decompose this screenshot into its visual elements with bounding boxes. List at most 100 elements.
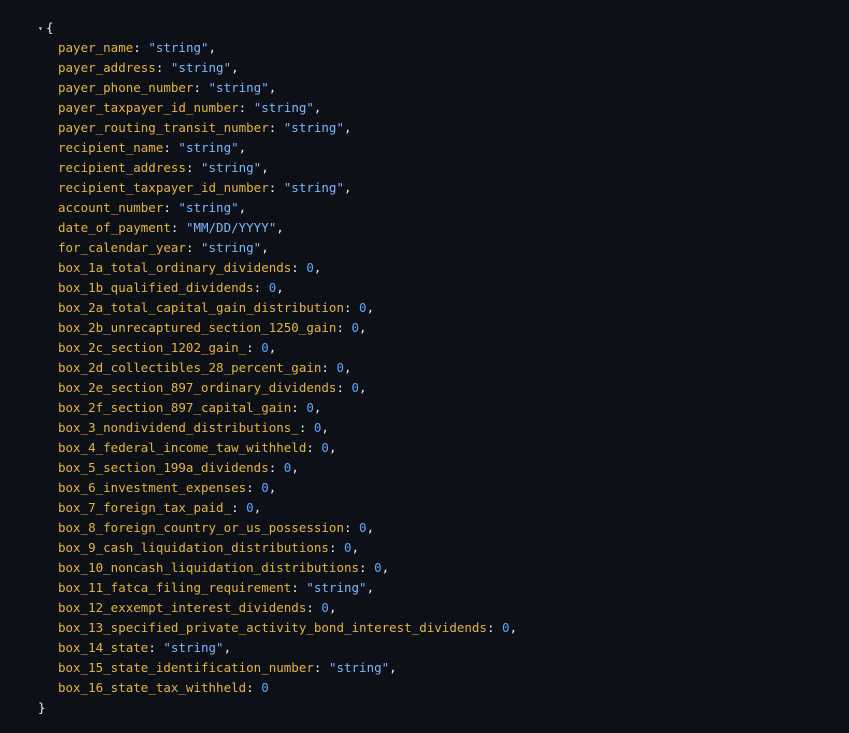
colon-separator: : — [148, 640, 164, 655]
property-row: recipient_name: "string", — [58, 138, 517, 158]
comma-separator: , — [321, 420, 329, 435]
colon-separator: : — [321, 360, 337, 375]
comma-separator: , — [231, 60, 239, 75]
property-row: box_1a_total_ordinary_dividends: 0, — [58, 258, 517, 278]
comma-separator: , — [381, 560, 390, 575]
colon-separator: : — [133, 40, 149, 55]
open-brace: { — [46, 20, 54, 35]
property-value: 0 — [359, 300, 367, 315]
property-row: box_5_section_199a_dividends: 0, — [58, 458, 517, 478]
property-value: 0 — [306, 400, 314, 415]
comma-separator: , — [351, 540, 360, 555]
comma-separator: , — [208, 40, 217, 55]
colon-separator: : — [246, 340, 262, 355]
comma-separator: , — [313, 400, 322, 415]
property-row: box_12_exxempt_interest_dividends: 0, — [58, 598, 517, 618]
colon-separator: : — [155, 60, 171, 75]
property-row: box_3_nondividend_distributions_: 0, — [58, 418, 517, 438]
property-list: payer_name: "string", payer_address: "str… — [58, 38, 517, 698]
property-row: box_2b_unrecaptured_section_1250_gain: 0… — [58, 318, 517, 338]
property-key: box_3_nondividend_distributions_ — [58, 420, 299, 435]
comma-separator: , — [268, 480, 277, 495]
property-key: payer_phone_number — [58, 80, 194, 95]
comma-separator: , — [313, 100, 322, 115]
colon-separator: : — [246, 680, 262, 695]
property-key: payer_name — [58, 40, 134, 55]
property-row: box_2a_total_capital_gain_distribution: … — [58, 298, 517, 318]
object-close-line: } — [38, 698, 46, 718]
comma-separator: , — [328, 440, 337, 455]
comma-separator: , — [359, 320, 367, 335]
colon-separator: : — [313, 660, 329, 675]
colon-separator: : — [170, 220, 186, 235]
property-row: box_7_foreign_tax_paid_: 0, — [58, 498, 517, 518]
colon-separator: : — [336, 320, 352, 335]
property-value: "string" — [253, 100, 314, 115]
property-key: box_14_state — [58, 640, 149, 655]
property-value: "string" — [208, 80, 269, 95]
colon-separator: : — [163, 140, 179, 155]
colon-separator: : — [298, 420, 314, 435]
property-key: box_1a_total_ordinary_dividends — [58, 260, 292, 275]
property-key: box_5_section_199a_dividends — [58, 460, 269, 475]
property-row: payer_routing_transit_number: "string", — [58, 118, 517, 138]
colon-separator: : — [185, 160, 201, 175]
property-key: box_2a_total_capital_gain_distribution — [58, 300, 344, 315]
property-value: "string" — [148, 40, 209, 55]
colon-separator: : — [343, 300, 360, 315]
property-key: recipient_taxpayer_id_number — [58, 180, 269, 195]
property-row: box_15_state_identification_number: "str… — [58, 658, 517, 678]
property-row: box_8_foreign_country_or_us_possession: … — [58, 518, 517, 538]
colon-separator: : — [336, 380, 352, 395]
property-row: box_16_state_tax_withheld: 0 — [58, 678, 517, 698]
property-key: recipient_name — [58, 140, 164, 155]
property-key: box_10_noncash_liquidation_distributions — [58, 560, 360, 575]
property-value: 0 — [261, 340, 269, 355]
comma-separator: , — [344, 360, 352, 375]
colon-separator: : — [163, 200, 179, 215]
comma-separator: , — [238, 200, 247, 215]
property-row: payer_taxpayer_id_number: "string", — [58, 98, 517, 118]
colon-separator: : — [238, 100, 254, 115]
property-row: box_14_state: "string", — [58, 638, 517, 658]
property-value: "string" — [283, 180, 344, 195]
caret-down-icon[interactable]: ▾ — [38, 19, 46, 39]
colon-separator: : — [359, 560, 375, 575]
property-value: "string" — [306, 580, 367, 595]
colon-separator: : — [253, 280, 269, 295]
property-row: box_1b_qualified_dividends: 0, — [58, 278, 517, 298]
comma-separator: , — [276, 220, 284, 235]
property-key: box_11_fatca_filing_requirement — [58, 580, 292, 595]
colon-separator: : — [268, 120, 284, 135]
property-value: "string" — [201, 160, 262, 175]
property-value: "string" — [178, 140, 239, 155]
property-value: 0 — [351, 380, 360, 395]
comma-separator: , — [509, 620, 518, 635]
comma-separator: , — [291, 460, 299, 475]
property-key: box_7_foreign_tax_paid_ — [58, 500, 232, 515]
property-key: date_of_payment — [58, 220, 171, 235]
property-key: box_12_exxempt_interest_dividends — [58, 600, 307, 615]
property-value: 0 — [261, 680, 269, 695]
property-row: account_number: "string", — [58, 198, 517, 218]
comma-separator: , — [359, 380, 367, 395]
property-row: box_9_cash_liquidation_distributions: 0, — [58, 538, 517, 558]
comma-separator: , — [389, 660, 397, 675]
property-row: recipient_address: "string", — [58, 158, 517, 178]
colon-separator: : — [306, 440, 322, 455]
property-key: box_8_foreign_country_or_us_possession — [58, 520, 344, 535]
property-key: recipient_address — [58, 160, 186, 175]
property-key: box_2d_collectibles_28_percent_gain — [58, 360, 322, 375]
property-row: box_13_specified_private_activity_bond_i… — [58, 618, 517, 638]
property-row: box_11_fatca_filing_requirement: "string… — [58, 578, 517, 598]
comma-separator: , — [344, 180, 352, 195]
property-row: payer_phone_number: "string", — [58, 78, 517, 98]
property-row: for_calendar_year: "string", — [58, 238, 517, 258]
property-row: date_of_payment: "MM/DD/YYYY", — [58, 218, 517, 238]
property-value: "string" — [178, 200, 239, 215]
property-row: box_2c_section_1202_gain_: 0, — [58, 338, 517, 358]
property-key: box_15_state_identification_number — [58, 660, 314, 675]
property-key: box_2c_section_1202_gain_ — [58, 340, 247, 355]
property-value: 0 — [321, 600, 329, 615]
colon-separator: : — [231, 500, 247, 515]
